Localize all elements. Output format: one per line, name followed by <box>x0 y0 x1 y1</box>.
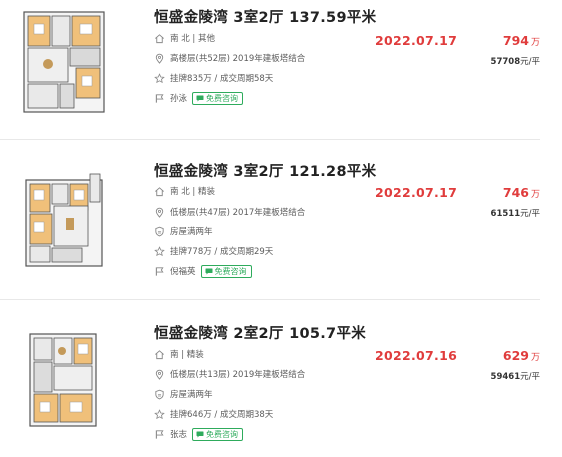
listing-card[interactable]: 恒盛金陵湾 3室2厅 137.59平米 南 北 | 其他 高楼层(共52层) 2… <box>0 0 562 140</box>
house-icon <box>154 349 165 360</box>
chat-bubble-icon <box>196 95 204 102</box>
floor-row: 低楼层(共13层) 2019年建板塔结合 <box>154 367 305 381</box>
house-icon <box>154 186 165 197</box>
person-icon <box>154 266 165 277</box>
agent-name[interactable]: 倪福英 <box>170 265 196 277</box>
deal-date: 2022.07.17 <box>375 185 458 200</box>
floor-info-text: 高楼层(共52层) 2019年建板塔结合 <box>170 54 306 64</box>
star-icon <box>154 245 165 257</box>
stats-row: 挂牌646万 / 成交周期38天 <box>154 407 273 421</box>
star-icon <box>154 408 165 420</box>
term-row: 房屋满两年 <box>154 224 213 238</box>
deal-date: 2022.07.16 <box>375 348 458 363</box>
free-consult-button[interactable]: 免费咨询 <box>200 264 252 278</box>
total-price: 629 万 <box>503 348 540 363</box>
location-pin-icon <box>154 207 165 218</box>
free-consult-label: 免费咨询 <box>214 266 247 276</box>
floor-row: 低楼层(共47层) 2017年建板塔结合 <box>154 205 305 219</box>
orientation-row: 南 | 精装 <box>154 347 204 361</box>
deal-date: 2022.07.17 <box>375 33 458 48</box>
free-consult-button[interactable]: 免费咨询 <box>192 427 244 441</box>
stats-text: 挂牌646万 / 成交周期38天 <box>170 410 274 420</box>
listing-title[interactable]: 恒盛金陵湾 3室2厅 121.28平米 <box>154 160 376 181</box>
stats-text: 挂牌778万 / 成交周期29天 <box>170 247 274 257</box>
agent-row: 张志 免费咨询 <box>154 427 244 441</box>
total-price-unit: 万 <box>530 38 540 48</box>
total-price-value: 794 <box>502 33 529 48</box>
orientation-text: 南 北 | 其他 <box>170 34 215 44</box>
listing-card[interactable]: 恒盛金陵湾 3室2厅 121.28平米 南 北 | 精装 低楼层(共47层) 2… <box>0 140 562 300</box>
orientation-text: 南 北 | 精装 <box>170 187 215 197</box>
chat-bubble-icon <box>196 431 204 438</box>
listing-title[interactable]: 恒盛金陵湾 2室2厅 105.7平米 <box>154 322 366 343</box>
floor-plan-image[interactable] <box>18 6 110 118</box>
unit-price-value: 61511 <box>490 209 521 219</box>
unit-price: 61511元/平 <box>491 207 540 219</box>
star-icon <box>154 72 165 84</box>
stats-row: 挂牌778万 / 成交周期29天 <box>154 244 273 258</box>
agent-row: 孙泳 免费咨询 <box>154 91 244 105</box>
total-price-unit: 万 <box>530 190 540 200</box>
shield-icon <box>154 389 165 400</box>
orientation-row: 南 北 | 精装 <box>154 184 215 198</box>
listing-title[interactable]: 恒盛金陵湾 3室2厅 137.59平米 <box>154 6 376 27</box>
agent-row: 倪福英 免费咨询 <box>154 264 252 278</box>
floor-info-text: 低楼层(共13层) 2019年建板塔结合 <box>170 370 306 380</box>
total-price-value: 629 <box>502 348 529 363</box>
location-pin-icon <box>154 369 165 380</box>
location-pin-icon <box>154 53 165 64</box>
house-icon <box>154 33 165 44</box>
agent-name[interactable]: 张志 <box>170 428 187 440</box>
listing-card[interactable]: 恒盛金陵湾 2室2厅 105.7平米 南 | 精装 低楼层(共13层) 2019… <box>0 300 562 457</box>
free-consult-label: 免费咨询 <box>206 93 239 103</box>
term-tag: 房屋满两年 <box>170 390 213 400</box>
chat-bubble-icon <box>205 268 213 275</box>
term-row: 房屋满两年 <box>154 387 213 401</box>
unit-price-value: 59461 <box>490 372 521 382</box>
agent-name[interactable]: 孙泳 <box>170 92 187 104</box>
orientation-text: 南 | 精装 <box>170 350 204 360</box>
unit-price-suffix: 元/平 <box>520 209 540 219</box>
free-consult-button[interactable]: 免费咨询 <box>192 91 244 105</box>
floor-plan-image[interactable] <box>18 324 110 436</box>
unit-price: 59461元/平 <box>491 370 540 382</box>
floor-info-text: 低楼层(共47层) 2017年建板塔结合 <box>170 208 306 218</box>
stats-row: 挂牌835万 / 成交周期58天 <box>154 71 273 85</box>
total-price-value: 746 <box>502 185 529 200</box>
shield-icon <box>154 226 165 237</box>
stats-text: 挂牌835万 / 成交周期58天 <box>170 74 274 84</box>
person-icon <box>154 93 165 104</box>
unit-price-suffix: 元/平 <box>520 372 540 382</box>
total-price: 794 万 <box>503 33 540 48</box>
unit-price: 57708元/平 <box>491 55 540 67</box>
unit-price-suffix: 元/平 <box>520 57 540 67</box>
free-consult-label: 免费咨询 <box>206 429 239 439</box>
total-price: 746 万 <box>503 185 540 200</box>
person-icon <box>154 429 165 440</box>
unit-price-value: 57708 <box>490 57 521 67</box>
floor-row: 高楼层(共52层) 2019年建板塔结合 <box>154 51 305 65</box>
total-price-unit: 万 <box>530 353 540 363</box>
term-tag: 房屋满两年 <box>170 227 213 237</box>
orientation-row: 南 北 | 其他 <box>154 31 215 45</box>
floor-plan-image[interactable] <box>18 166 110 278</box>
